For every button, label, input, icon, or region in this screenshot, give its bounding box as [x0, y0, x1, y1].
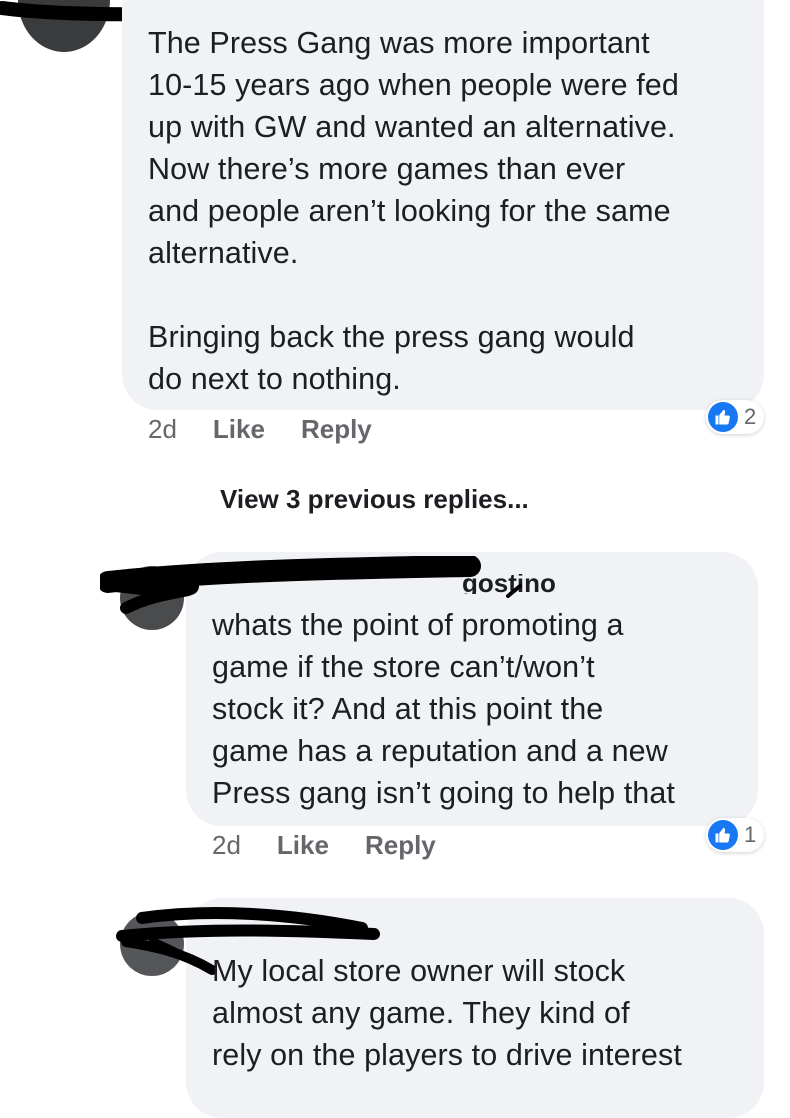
reply-button[interactable]: Reply — [365, 830, 436, 861]
comment-text: whats the point of promoting a game if t… — [212, 608, 675, 810]
like-button[interactable]: Like — [213, 414, 265, 445]
comment-age: 2d — [212, 830, 241, 860]
comment-text: My local store owner will stock almost a… — [212, 954, 682, 1072]
comment-actions: 2d Like Reply — [212, 830, 472, 861]
avatar[interactable] — [18, 0, 110, 52]
comment-text: The Press Gang was more important 10-15 … — [148, 26, 679, 396]
commenter-name[interactable]: gostino — [212, 574, 556, 594]
comment-age: 2d — [148, 414, 177, 444]
view-previous-replies-link[interactable]: View 3 previous replies... — [220, 484, 529, 515]
comment-actions: 2d Like Reply — [148, 414, 408, 445]
thumbs-up-icon — [708, 820, 738, 850]
reaction-count: 1 — [744, 822, 757, 847]
reaction-badge[interactable]: 1 — [706, 818, 765, 852]
avatar[interactable] — [120, 566, 184, 630]
like-button[interactable]: Like — [277, 830, 329, 861]
thumbs-up-icon — [708, 402, 738, 432]
reply-button[interactable]: Reply — [301, 414, 372, 445]
reaction-count: 2 — [744, 404, 757, 429]
avatar[interactable] — [120, 912, 184, 976]
reaction-badge[interactable]: 2 — [706, 400, 765, 434]
